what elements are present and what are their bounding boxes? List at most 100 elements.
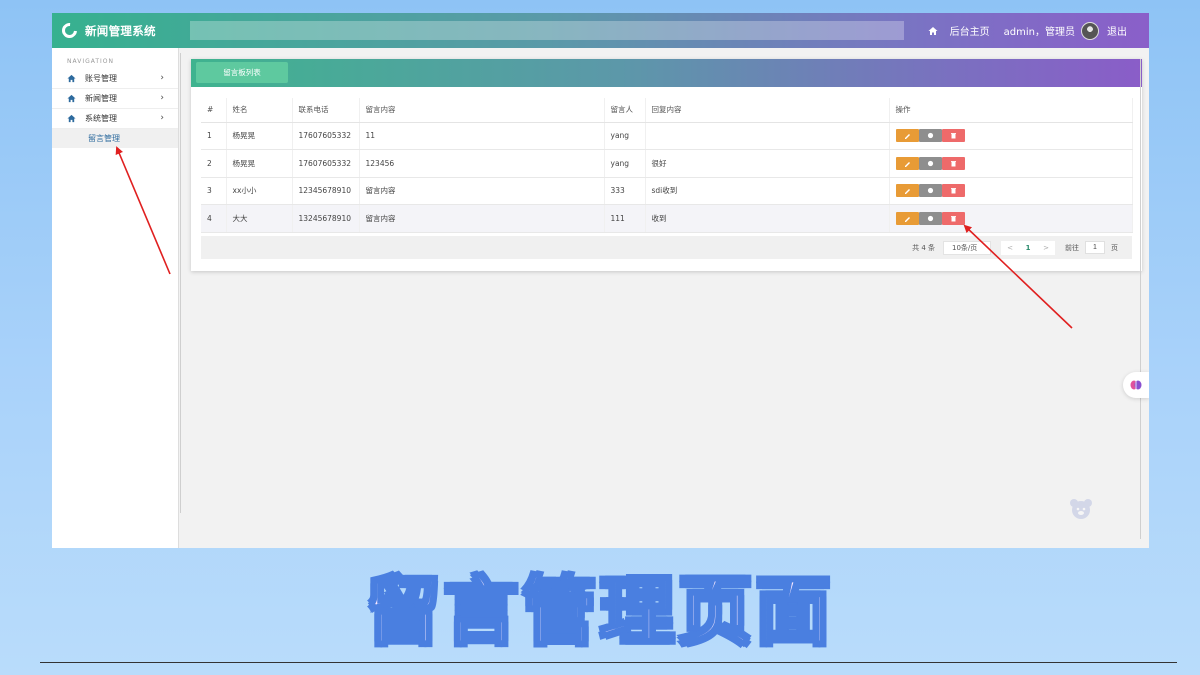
top-search-input[interactable] <box>190 21 904 40</box>
edit-button[interactable] <box>895 156 919 170</box>
col-header-author: 留言人 <box>604 98 646 123</box>
sidebar: NAVIGATION 账号管理 › 新闻管理 › 系统管理 › 留言管理 <box>52 48 179 548</box>
table-row: 4 大大 13245678910 留言内容 111 收到 <box>201 204 1133 233</box>
top-bar-right: 后台主页 admin，管理员 退出 <box>928 13 1127 48</box>
app-window: 新闻管理系统 后台主页 admin，管理员 退出 NAVIGATION 账号管理… <box>52 13 1149 548</box>
cell-phone: 17607605332 <box>292 122 360 150</box>
panel-header: 留言板列表 <box>191 59 1142 87</box>
view-icon <box>927 215 933 221</box>
video-caption: 留言管理页面 <box>365 567 834 656</box>
table-row: 3 xx小小 12345678910 留言内容 333 sdi收到 <box>201 177 1133 205</box>
home-icon[interactable] <box>928 26 938 36</box>
col-header-name: 姓名 <box>226 98 293 123</box>
message-table: # 姓名 联系电话 留言内容 留言人 回复内容 操作 1 杨晃晃 176076053… <box>201 98 1133 233</box>
app-title: 新闻管理系统 <box>85 23 156 38</box>
sidebar-item-system[interactable]: 系统管理 › <box>52 109 178 129</box>
logo-icon <box>58 19 81 42</box>
cell-actions <box>889 204 1133 233</box>
cell-reply <box>645 122 890 150</box>
delete-button[interactable] <box>941 184 965 198</box>
edit-icon <box>904 189 910 195</box>
sidebar-subitem-messages[interactable]: 留言管理 <box>52 129 178 148</box>
message-board-panel: 留言板列表 # 姓名 联系电话 留言内容 留言人 回复内容 操作 1 杨晃晃 1… <box>191 59 1142 271</box>
goto-label: 前往 <box>1065 243 1079 252</box>
edit-icon <box>904 134 910 140</box>
sidebar-item-news[interactable]: 新闻管理 › <box>52 89 178 109</box>
cell-name: 杨晃晃 <box>226 149 293 178</box>
sidebar-item-label: 系统管理 <box>85 114 117 123</box>
page-nav: < 1 > <box>1001 240 1055 255</box>
prev-page-button[interactable]: < <box>1001 244 1019 252</box>
delete-icon <box>950 188 956 194</box>
page-size-select[interactable]: 10条/页 <box>943 240 991 255</box>
page-number-current[interactable]: 1 <box>1019 244 1037 252</box>
view-button[interactable] <box>918 184 942 198</box>
delete-icon <box>950 133 956 139</box>
edit-button[interactable] <box>895 184 919 198</box>
cell-index: 4 <box>201 204 227 233</box>
cell-index: 1 <box>201 122 227 150</box>
delete-icon <box>950 215 956 222</box>
sidebar-item-label: 账号管理 <box>85 74 117 83</box>
edit-icon <box>904 216 910 222</box>
user-label: admin，管理员 <box>1003 27 1075 38</box>
cell-name: 大大 <box>226 204 293 233</box>
cell-content: 11 <box>359 122 605 150</box>
delete-icon <box>950 160 956 167</box>
view-button[interactable] <box>918 211 942 225</box>
view-button[interactable] <box>918 156 942 170</box>
cell-actions <box>889 149 1133 178</box>
home-icon <box>67 114 76 123</box>
app-logo[interactable]: 新闻管理系统 <box>52 19 180 42</box>
avatar[interactable] <box>1081 21 1099 40</box>
cell-reply: 很好 <box>645 149 890 178</box>
next-page-button[interactable]: > <box>1037 244 1055 252</box>
goto-page-input[interactable] <box>1085 241 1105 254</box>
cell-index: 3 <box>201 177 227 205</box>
col-header-index: # <box>201 98 227 123</box>
bottom-divider <box>40 662 1177 663</box>
sidebar-divider <box>180 53 181 513</box>
cell-content: 留言内容 <box>359 177 605 205</box>
delete-button[interactable] <box>941 129 965 143</box>
cell-reply: sdi收到 <box>645 177 890 205</box>
nav-title: NAVIGATION <box>67 58 115 65</box>
delete-button[interactable] <box>941 211 965 225</box>
home-icon <box>67 94 76 103</box>
view-icon <box>927 133 933 139</box>
chevron-right-icon: › <box>160 73 164 83</box>
brain-assistant-icon[interactable] <box>1123 372 1149 398</box>
chevron-down-icon: › <box>160 113 164 123</box>
edit-button[interactable] <box>895 129 919 143</box>
col-header-actions: 操作 <box>889 98 1133 123</box>
view-button[interactable] <box>918 129 942 143</box>
table-row: 2 杨晃晃 17607605332 123456 yang 很好 <box>201 149 1133 178</box>
edit-icon <box>904 161 910 167</box>
view-icon <box>927 160 933 166</box>
sidebar-item-label: 新闻管理 <box>85 94 117 103</box>
col-header-content: 留言内容 <box>359 98 605 123</box>
home-link[interactable]: 后台主页 <box>950 23 990 38</box>
cell-author: 333 <box>604 177 646 205</box>
cell-actions <box>889 177 1133 205</box>
cell-author: yang <box>604 149 646 178</box>
edit-button[interactable] <box>895 211 919 225</box>
scrollbar[interactable] <box>1140 59 1141 539</box>
cell-actions <box>889 122 1133 150</box>
cell-index: 2 <box>201 149 227 178</box>
cell-reply: 收到 <box>645 204 890 233</box>
chevron-right-icon: › <box>160 93 164 103</box>
tab-message-list[interactable]: 留言板列表 <box>196 62 288 83</box>
sidebar-item-accounts[interactable]: 账号管理 › <box>52 69 178 89</box>
table-row: 1 杨晃晃 17607605332 11 yang <box>201 122 1133 150</box>
page-unit: 页 <box>1111 243 1118 252</box>
bear-watermark-icon <box>1070 499 1092 519</box>
brain-icon <box>1130 380 1142 390</box>
pagination: 共 4 条 10条/页 < 1 > 前往 页 <box>201 236 1132 259</box>
logout-link[interactable]: 退出 <box>1107 23 1127 38</box>
home-icon <box>67 74 76 83</box>
total-count: 共 4 条 <box>912 243 935 252</box>
cell-author: yang <box>604 122 646 150</box>
cell-content: 留言内容 <box>359 204 605 233</box>
delete-button[interactable] <box>941 156 965 170</box>
